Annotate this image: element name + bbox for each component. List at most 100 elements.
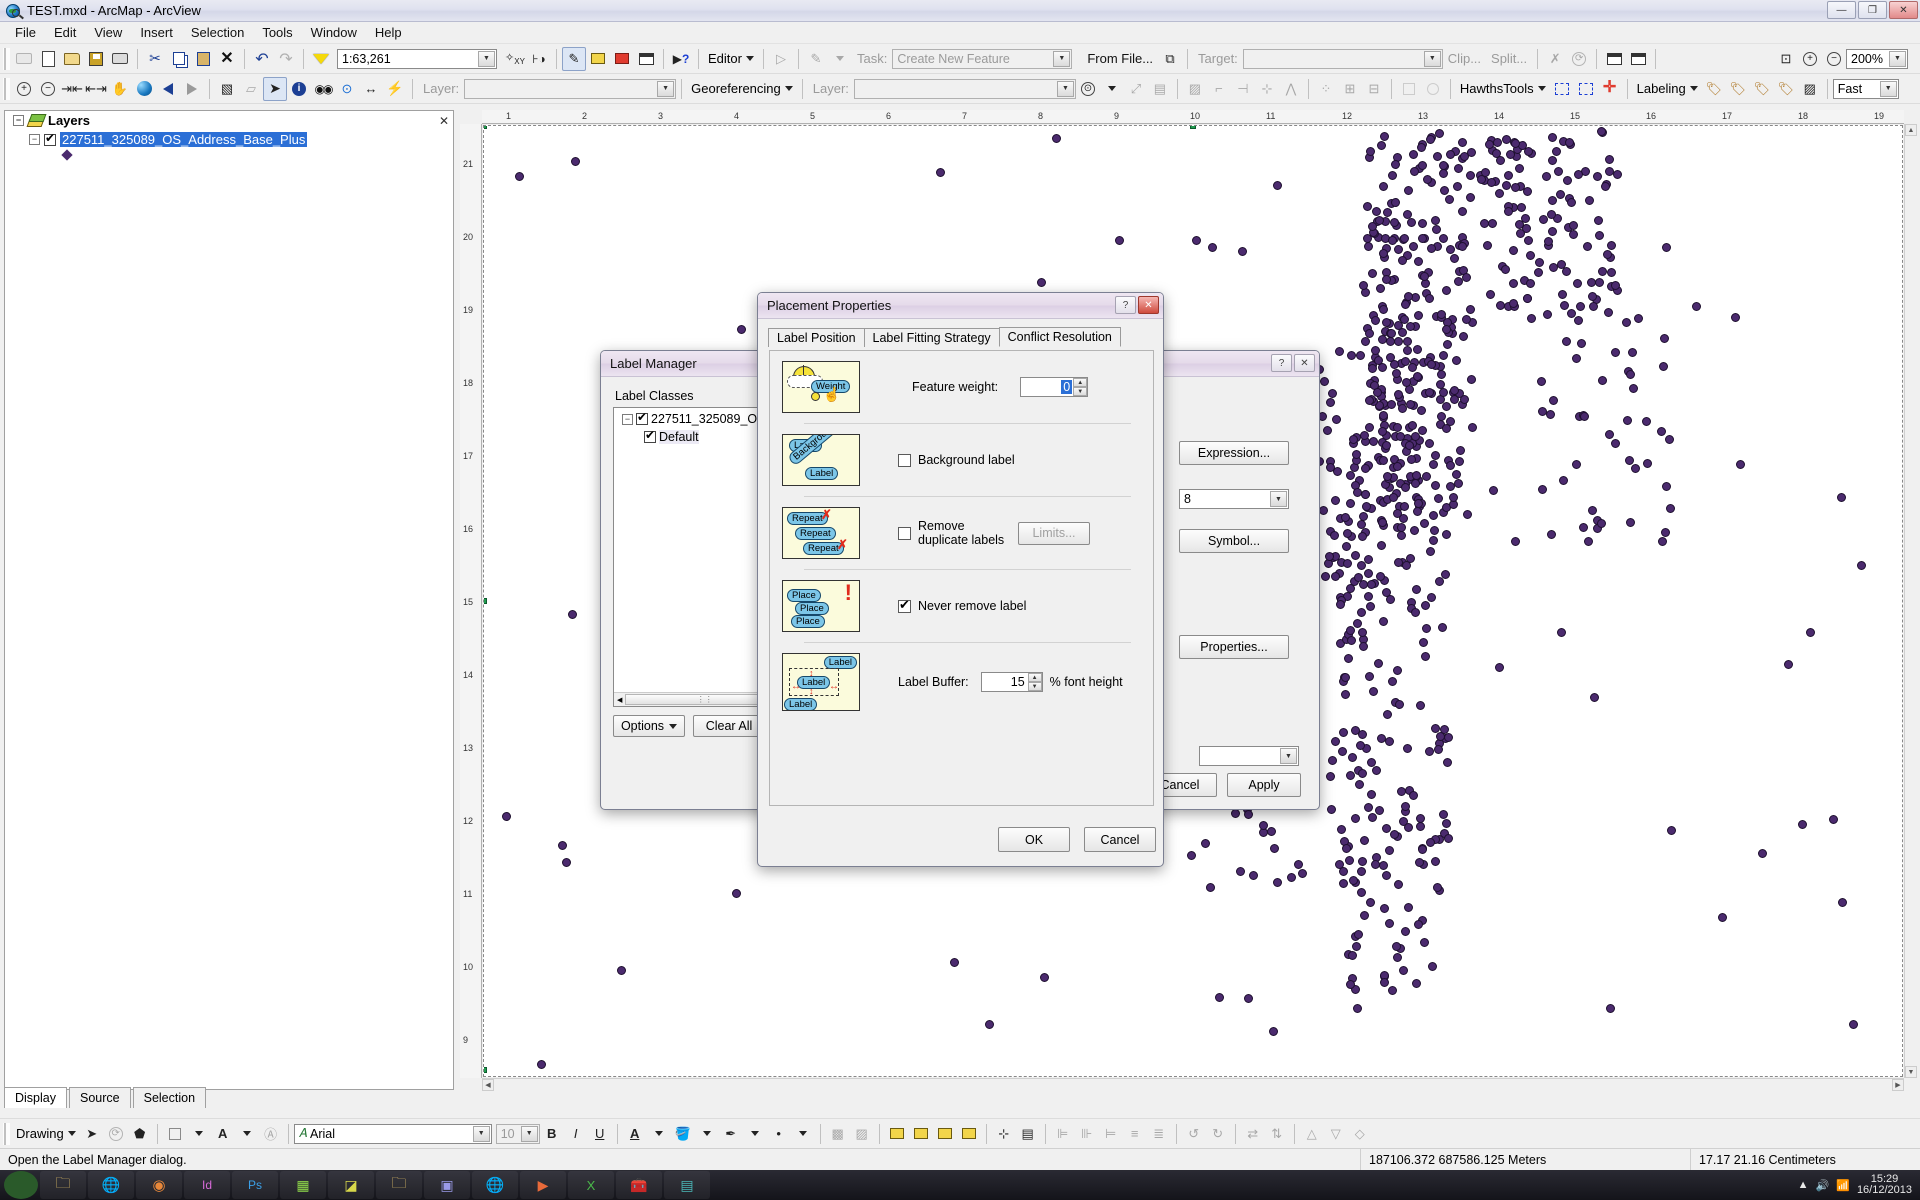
delete-icon[interactable]: ✕ [215,47,239,71]
align-center-icon[interactable]: ⊪ [1075,1122,1099,1146]
zoom-out-icon[interactable]: − [36,77,60,101]
undo-icon[interactable]: ↶ [250,47,274,71]
text-color-dropdown-icon[interactable] [647,1122,671,1146]
chevron-down-icon[interactable]: ▼ [520,1125,538,1142]
send-backward-icon[interactable] [909,1122,933,1146]
font-name-combo[interactable]: 𝐴 Arial ▼ [293,1123,492,1144]
toc-tab-source[interactable]: Source [69,1087,131,1108]
print-icon[interactable] [108,47,132,71]
label-priority-icon[interactable]: 🏷 [1726,77,1750,101]
cut-icon[interactable]: ✂ [143,47,167,71]
flip-h-icon[interactable]: ⇄ [1241,1122,1265,1146]
options-button[interactable]: Options [613,715,685,737]
chrome-icon[interactable]: 🌐 [88,1171,134,1199]
spinner-down-icon[interactable]: ▼ [1073,387,1088,396]
menu-item-insert[interactable]: Insert [131,23,182,42]
feature-weight-spinner[interactable]: 0 ▲ ▼ [1020,377,1089,397]
bold-button[interactable]: B [540,1122,564,1146]
hawths-zoom-icon[interactable] [1574,77,1598,101]
find-icon[interactable]: ◉◉ [311,77,335,101]
window-controls[interactable]: — ❐ ✕ [1827,1,1918,19]
close-button[interactable]: ✕ [1889,1,1918,19]
link-table-icon[interactable]: ⤢ [1124,77,1148,101]
zoom-select-icon[interactable]: ⊡ [1774,47,1798,71]
zoom-in-icon[interactable]: + [12,77,36,101]
media-icon[interactable]: ▣ [424,1171,470,1199]
flip-v-icon[interactable]: ⇅ [1265,1122,1289,1146]
chevron-down-icon[interactable]: ▼ [1270,491,1287,507]
toc-tab-selection[interactable]: Selection [132,1087,207,1108]
construct-points-icon[interactable]: ✗ [1543,47,1567,71]
tray-volume-icon[interactable]: 🔊 [1816,1179,1830,1192]
chevron-down-icon[interactable]: ▼ [1280,748,1297,764]
identify-icon[interactable]: i [287,77,311,101]
nudge-icon[interactable]: ⊹ [992,1122,1016,1146]
magnify-icon[interactable]: + [1798,47,1822,71]
chevron-down-icon[interactable] [67,1131,76,1136]
topology-edit-icon[interactable]: ▨ [1183,77,1207,101]
explorer-icon[interactable]: 🗀 [40,1171,86,1199]
paste-icon[interactable] [191,47,215,71]
toolbox-icon[interactable] [610,47,634,71]
line-color-icon[interactable]: ✒ [719,1122,743,1146]
zoom-combo[interactable]: 200% ▼ [1846,48,1908,69]
background-label-checkbox[interactable] [898,453,911,467]
georeferencing-menu-button[interactable]: Georeferencing [687,81,797,96]
go-to-xy-icon[interactable]: ↔ [359,77,383,101]
rotate-icon[interactable]: ⟳ [1567,47,1591,71]
control-points-dropdown-icon[interactable] [1100,77,1124,101]
expression-button[interactable]: Expression... [1179,441,1289,465]
label-engine-combo[interactable]: Fast ▼ [1832,78,1899,99]
chevron-down-icon[interactable]: ▼ [1889,50,1906,67]
new-polygon-icon[interactable]: ⬟ [128,1122,152,1146]
toc-close-icon[interactable]: ✕ [439,114,449,128]
layer-combo-1[interactable]: ▼ [464,78,677,99]
label-buffer-spinner[interactable]: 15 ▲ ▼ [980,672,1043,692]
line-color-dropdown-icon[interactable] [743,1122,767,1146]
edit-tool-icon[interactable]: ▷ [769,47,793,71]
menu-item-view[interactable]: View [85,23,131,42]
new-text-icon[interactable]: Ⓐ [259,1122,283,1146]
command-line-icon[interactable] [634,47,658,71]
toc-tab-display[interactable]: Display [4,1087,67,1108]
clear-selection-icon[interactable]: ▱ [239,77,263,101]
map-icon[interactable] [12,47,36,71]
task-combo[interactable]: Create New Feature ▼ [892,48,1073,69]
tray-network-icon[interactable]: ▲ [1798,1179,1809,1191]
save-icon[interactable] [84,47,108,71]
hyperlink-icon[interactable]: ⚡ [383,77,407,101]
font-size-combo[interactable]: 10 ▼ [495,1123,540,1144]
arctoolbox-icon[interactable]: 🧰 [616,1171,662,1199]
map-vertical-scrollbar[interactable]: ▲ ▼ [1904,124,1917,1078]
rotate-left-icon[interactable]: ↺ [1182,1122,1206,1146]
chevron-down-icon[interactable]: ▼ [478,50,495,67]
ungroup-icon[interactable]: ▨ [850,1122,874,1146]
add-data-icon[interactable] [309,47,333,71]
distribute-h-icon[interactable]: ≡ [1123,1122,1147,1146]
whats-this-icon[interactable]: ▶? [669,47,693,71]
symbol-button[interactable]: Symbol... [1179,529,1289,553]
labeling-menu-button[interactable]: Labeling [1633,81,1702,96]
font-color-dropdown-icon[interactable] [235,1122,259,1146]
select-elements-icon[interactable]: ➤ [80,1122,104,1146]
indesign-icon[interactable]: Id [184,1171,230,1199]
fixed-zoom-out-icon[interactable]: ⇤⇥ [84,77,108,101]
default-class-checkbox[interactable] [644,428,656,443]
globe-icon[interactable]: 🌐 [472,1171,518,1199]
tab-label-position[interactable]: Label Position [768,328,865,347]
chevron-down-icon[interactable] [669,723,678,729]
toc-root-layers[interactable]: − Layers [5,111,453,130]
target-combo[interactable]: ▼ [1242,48,1443,69]
view-link-table-icon[interactable]: ▤ [1148,77,1172,101]
add-control-points-icon[interactable]: ⊙ [1076,77,1100,101]
chevron-down-icon[interactable] [1537,86,1546,91]
taskbar-clock[interactable]: 15:29 16/12/2013 [1857,1174,1912,1196]
catalog-icon[interactable] [586,47,610,71]
properties-button[interactable]: Properties... [1179,635,1289,659]
spinner-down-icon[interactable]: ▼ [1027,682,1042,691]
layer-combo-2[interactable]: ▼ [853,78,1076,99]
selection-handle[interactable] [484,126,487,129]
label-manager-icon[interactable]: 🏷 [1702,77,1726,101]
sketch-dropdown-icon[interactable] [828,47,852,71]
chevron-down-icon[interactable]: ▼ [1423,50,1441,67]
